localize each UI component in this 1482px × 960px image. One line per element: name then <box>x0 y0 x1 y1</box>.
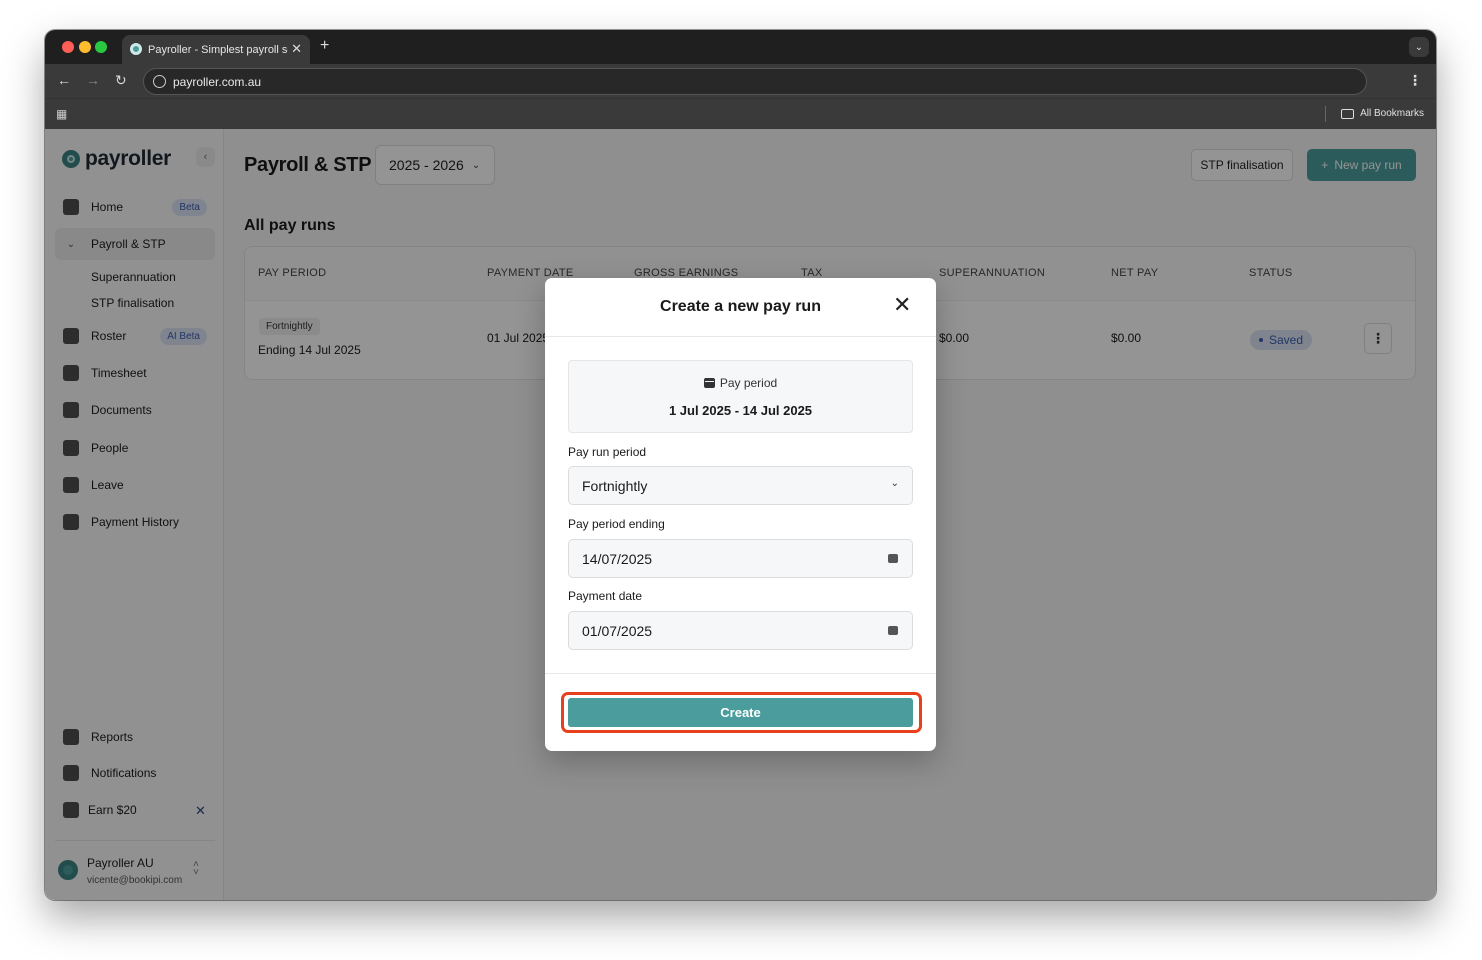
payroller-favicon-icon <box>130 43 142 55</box>
address-bar[interactable]: payroller.com.au <box>143 68 1367 95</box>
payment-date-value: 01/07/2025 <box>582 622 653 639</box>
pay-period-summary: Pay period 1 Jul 2025 - 14 Jul 2025 <box>568 360 913 433</box>
all-bookmarks-button[interactable]: All Bookmarks <box>1341 108 1424 119</box>
pay-period-label: Pay period <box>719 376 778 390</box>
bookmarks-bar: ▦ All Bookmarks <box>45 98 1436 129</box>
all-bookmarks-label: All Bookmarks <box>1360 108 1424 119</box>
pay-period-ending-input[interactable]: 14/07/2025 <box>568 539 913 578</box>
pay-period-ending-value: 14/07/2025 <box>582 550 653 567</box>
chevron-down-icon: ⌄ <box>890 478 899 489</box>
payment-date-input[interactable]: 01/07/2025 <box>568 611 913 650</box>
close-window-button[interactable] <box>62 41 74 53</box>
browser-tab[interactable]: Payroller - Simplest payroll sc ✕ <box>122 35 310 64</box>
pay-period-range: 1 Jul 2025 - 14 Jul 2025 <box>668 403 813 418</box>
apps-grid-icon[interactable]: ▦ <box>56 107 67 121</box>
browser-window: Payroller - Simplest payroll sc ✕ + ⌄ ← … <box>45 30 1436 900</box>
forward-arrow-icon[interactable]: → <box>86 72 100 88</box>
tab-search-button[interactable]: ⌄ <box>1409 37 1429 57</box>
payment-date-label: Payment date <box>568 589 643 603</box>
bookmarks-divider <box>1325 106 1326 122</box>
minimize-window-button[interactable] <box>79 41 91 53</box>
payroller-app: payroller ‹ Home Beta ⌄ Payroll & STP Su… <box>45 129 1436 900</box>
site-info-icon[interactable] <box>153 75 166 88</box>
create-pay-run-modal: Create a new pay run ✕ Pay period 1 Jul … <box>545 278 936 751</box>
browser-toolbar: ← → ↻ payroller.com.au ⋮ <box>45 64 1436 98</box>
pay-run-period-select[interactable]: Fortnightly ⌄ <box>568 466 913 505</box>
tab-title: Payroller - Simplest payroll sc <box>148 43 288 56</box>
calendar-icon <box>703 378 715 388</box>
pay-run-period-label: Pay run period <box>568 445 647 459</box>
create-button[interactable]: Create <box>568 698 913 727</box>
pay-run-period-value: Fortnightly <box>582 477 648 494</box>
calendar-icon[interactable] <box>888 626 898 635</box>
reload-icon[interactable]: ↻ <box>115 72 127 89</box>
pay-period-ending-label: Pay period ending <box>568 517 665 531</box>
modal-header: Create a new pay run ✕ <box>545 278 936 337</box>
modal-title: Create a new pay run <box>660 298 821 315</box>
modal-footer-divider <box>545 673 936 674</box>
close-tab-icon[interactable]: ✕ <box>291 41 302 57</box>
browser-menu-icon[interactable]: ⋮ <box>1408 72 1422 89</box>
back-arrow-icon[interactable]: ← <box>57 72 71 88</box>
maximize-window-button[interactable] <box>95 41 107 53</box>
close-icon[interactable]: ✕ <box>893 294 911 316</box>
tab-bar: Payroller - Simplest payroll sc ✕ + ⌄ <box>45 30 1436 64</box>
url-text: payroller.com.au <box>173 74 262 89</box>
new-tab-button[interactable]: + <box>320 37 329 55</box>
calendar-icon[interactable] <box>888 554 898 563</box>
pay-period-heading: Pay period <box>569 376 912 390</box>
folder-icon <box>1341 108 1355 119</box>
